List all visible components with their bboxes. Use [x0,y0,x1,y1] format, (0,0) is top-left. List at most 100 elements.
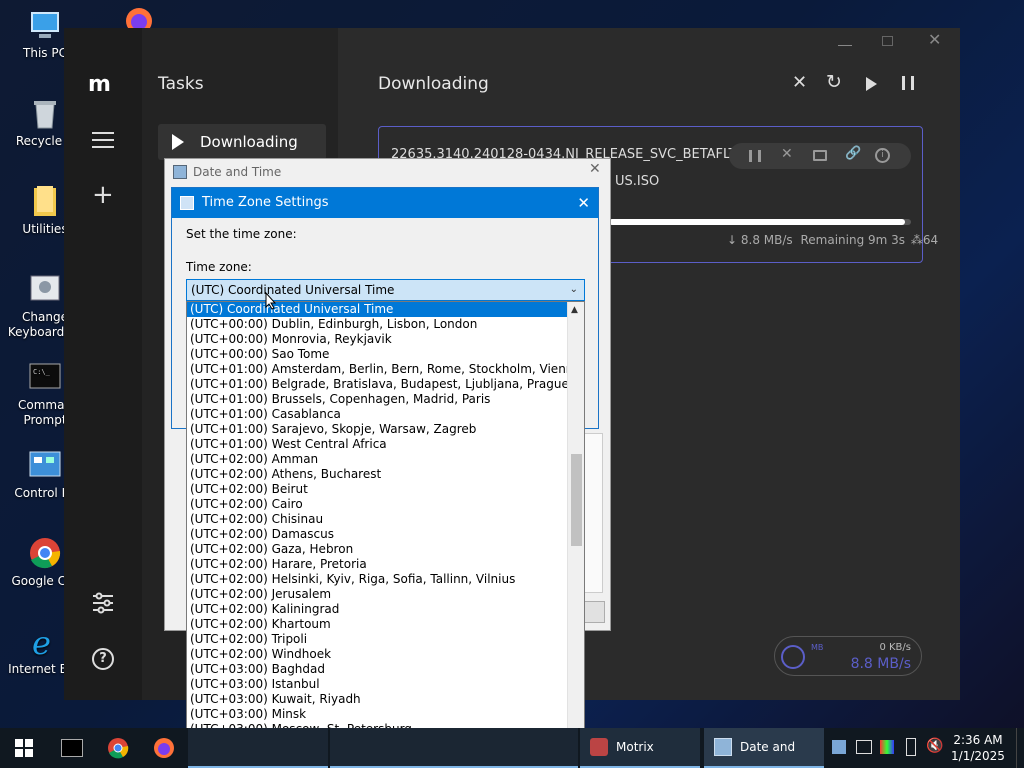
help-icon[interactable]: ? [92,648,114,670]
download-speed: 8.8 MB/s [850,656,911,672]
taskbar-window-motrix[interactable]: Motrix [580,728,700,768]
tz-field-label: Time zone: [186,260,252,274]
time-zone-option[interactable]: (UTC+01:00) Brussels, Copenhagen, Madrid… [187,392,568,407]
sidebar-item-label: Downloading [200,133,298,151]
taskbar-window-date-time[interactable]: Date and Time [704,728,824,768]
time-zone-option[interactable]: (UTC+01:00) West Central Africa [187,437,568,452]
sidebar-item-downloading[interactable]: Downloading [158,124,326,160]
time-zone-option[interactable]: (UTC+03:00) Baghdad [187,662,568,677]
task-remaining: Remaining 9m 3s [800,233,906,247]
usb-icon[interactable] [906,738,916,756]
maximize-button[interactable] [882,36,893,46]
speed-widget[interactable]: MB 0 KB/s 8.8 MB/s [774,636,922,676]
svg-text:C:\_: C:\_ [33,368,51,376]
time-zone-option[interactable]: (UTC+02:00) Tripoli [187,632,568,647]
time-zone-option[interactable]: (UTC+02:00) Amman [187,452,568,467]
clock[interactable]: 2:36 AM 1/1/2025 [948,732,1008,764]
time-zone-option[interactable]: (UTC+02:00) Helsinki, Kyiv, Riga, Sofia,… [187,572,568,587]
time-zone-option[interactable]: (UTC+01:00) Amsterdam, Berlin, Bern, Rom… [187,362,581,377]
time-zone-option[interactable]: (UTC) Coordinated Universal Time [187,302,568,317]
time-zone-option[interactable]: (UTC+02:00) Harare, Pretoria [187,557,568,572]
task-progress-bar [609,219,905,225]
pause-task-icon[interactable] [749,150,761,162]
resume-all-icon[interactable] [866,77,877,91]
dropdown-scrollbar[interactable]: ▲ ▼ [567,302,584,752]
this-pc-icon [28,8,62,42]
motrix-rail: m + ? [64,28,142,700]
internet-explorer-icon: e [28,624,62,662]
time-zone-option[interactable]: (UTC+02:00) Kaliningrad [187,602,568,617]
time-zone-option[interactable]: (UTC+02:00) Chisinau [187,512,568,527]
mouse-cursor [265,291,277,310]
time-zone-option[interactable]: (UTC+00:00) Dublin, Edinburgh, Lisbon, L… [187,317,568,332]
taskbar-chrome-icon[interactable] [96,728,140,768]
task-stats: ↓ 8.8 MB/s Remaining 9m 3s ⁂64 [727,233,938,247]
time-zone-option[interactable]: (UTC+02:00) Cairo [187,497,568,512]
svg-text:e: e [32,624,51,658]
time-zone-dropdown-list[interactable]: (UTC) Coordinated Universal Time (UTC+00:… [186,301,585,753]
upload-speed: 0 KB/s [879,642,911,653]
time-zone-option[interactable]: (UTC+00:00) Sao Tome [187,347,568,362]
delete-all-icon[interactable]: ✕ [792,72,807,93]
taskbar: Motrix Date and Time 🔇 2:36 AM 1/1/2025 [0,728,1024,768]
time-zone-option[interactable]: (UTC+02:00) Beirut [187,482,568,497]
clock-time: 2:36 AM [953,733,1003,747]
tray-app-icon[interactable] [832,740,846,754]
date-time-icon [714,738,732,756]
time-zone-icon [180,196,194,210]
preferences-icon[interactable] [92,592,114,614]
time-zone-option[interactable]: (UTC+02:00) Windhoek [187,647,568,662]
time-zone-option[interactable]: (UTC+01:00) Belgrade, Bratislava, Budape… [187,377,569,392]
info-icon[interactable]: i [875,148,890,163]
time-zone-option[interactable]: (UTC+02:00) Jerusalem [187,587,568,602]
minimize-button[interactable] [838,32,852,46]
volume-muted-icon[interactable]: 🔇 [926,738,943,754]
taskbar-cmd-icon[interactable] [50,728,94,768]
connections-icon: ⁂ [910,233,923,247]
date-time-icon [173,165,187,179]
time-zone-option[interactable]: (UTC+03:00) Minsk [187,707,568,722]
sidebar-title: Tasks [158,74,204,94]
time-zone-option[interactable]: (UTC+03:00) Kuwait, Riyadh [187,692,568,707]
tray-color-icon[interactable] [880,740,894,754]
show-desktop-button[interactable] [1016,728,1024,768]
keyboard-settings-icon [28,272,62,306]
time-zone-select[interactable]: (UTC) Coordinated Universal Time ⌄ [186,279,585,301]
scrollbar-thumb[interactable] [571,454,582,546]
time-zone-option[interactable]: (UTC+02:00) Damascus [187,527,568,542]
date-time-close-button[interactable]: ✕ [589,161,601,177]
taskbar-window-label: Date and Time [740,740,796,754]
task-progress-track [609,219,911,225]
refresh-icon[interactable]: ↻ [826,71,842,93]
chrome-icon [28,536,62,570]
time-zone-option[interactable]: (UTC+02:00) Gaza, Hebron [187,542,568,557]
taskbar-firefox-icon[interactable] [142,728,186,768]
clock-date: 1/1/2025 [951,749,1005,763]
close-window-button[interactable]: ✕ [928,30,941,49]
scroll-up-icon[interactable]: ▲ [571,305,578,315]
link-icon[interactable]: 🔗 [845,146,861,161]
delete-task-icon[interactable]: ✕ [781,146,793,162]
task-speed: ↓ 8.8 MB/s [727,233,793,247]
task-actions: ✕ 🔗 i [729,143,911,169]
menu-icon[interactable] [92,132,114,148]
network-icon[interactable] [856,740,872,754]
time-zone-option[interactable]: (UTC+01:00) Casablanca [187,407,568,422]
time-zone-option[interactable]: (UTC+01:00) Sarajevo, Skopje, Warsaw, Za… [187,422,568,437]
pause-all-icon[interactable] [902,76,914,90]
motrix-icon [590,738,608,756]
taskbar-window-hidden-2[interactable] [330,728,578,768]
taskbar-window-hidden-1[interactable] [188,728,328,768]
folder-icon[interactable] [813,150,827,161]
task-name-line2: US.ISO [615,174,660,189]
add-task-icon[interactable]: + [92,182,114,208]
motrix-logo: m [88,72,111,97]
tz-close-button[interactable]: ✕ [577,188,590,218]
time-zone-option[interactable]: (UTC+03:00) Istanbul [187,677,568,692]
time-zone-option[interactable]: (UTC+02:00) Khartoum [187,617,568,632]
start-button[interactable] [0,728,48,768]
time-zone-option[interactable]: (UTC+02:00) Athens, Bucharest [187,467,568,482]
date-time-button[interactable] [583,601,605,623]
control-panel-icon [28,448,62,482]
time-zone-option[interactable]: (UTC+00:00) Monrovia, Reykjavik [187,332,568,347]
